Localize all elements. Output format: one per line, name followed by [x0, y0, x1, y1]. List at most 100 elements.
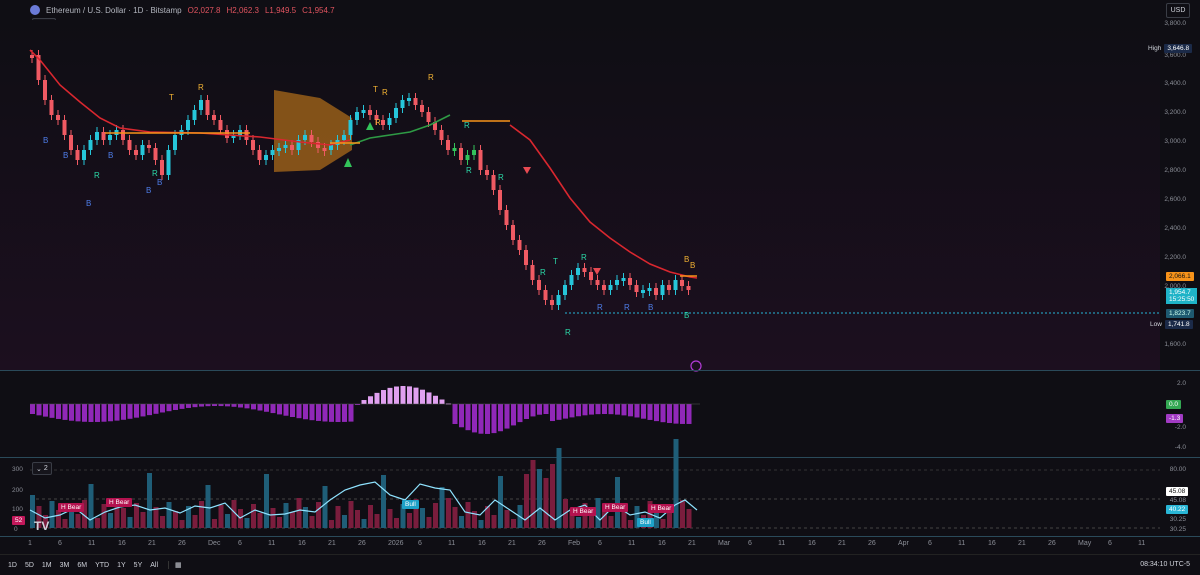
- time-label: May: [1078, 540, 1092, 547]
- signal-label: R: [565, 328, 571, 337]
- time-label: 11: [268, 540, 276, 547]
- volume-bar: [511, 519, 516, 528]
- volume-bar: [270, 508, 276, 528]
- volume-bar: [251, 504, 256, 528]
- candle-body: [121, 130, 125, 140]
- volume-left-tag: 52: [12, 516, 26, 525]
- h-bear-badge: H Bear: [58, 503, 85, 512]
- macd-bar: [231, 404, 237, 407]
- volume-bar: [75, 514, 81, 528]
- candle-body: [75, 150, 80, 160]
- volume-bar: [628, 520, 633, 528]
- candle-body: [140, 145, 145, 155]
- volume-indicators-toggle[interactable]: ⌄ 2: [32, 462, 52, 475]
- price-label: 2,600.0: [1164, 196, 1186, 203]
- candle-body: [452, 148, 457, 151]
- time-label: 6: [1108, 540, 1112, 547]
- macd-bar: [673, 404, 679, 424]
- timeframe-5d[interactable]: 5D: [25, 562, 34, 569]
- macd-bar: [140, 404, 146, 417]
- macd-bar: [179, 404, 185, 409]
- volume-right-label: 45.08: [1169, 497, 1186, 504]
- macd-bar: [524, 404, 529, 419]
- macd-bar: [290, 404, 295, 417]
- candle-body: [459, 148, 463, 160]
- candle-body: [108, 135, 112, 140]
- candle-body: [569, 275, 574, 285]
- candle-body: [387, 118, 392, 125]
- price-label: 3,800.0: [1164, 20, 1186, 27]
- macd-bar: [478, 404, 484, 434]
- price-label: 3,600.0: [1164, 52, 1186, 59]
- volume-bar: [660, 519, 666, 528]
- macd-bar: [160, 404, 165, 413]
- candle-body: [62, 120, 67, 135]
- macd-axis-label: -4.0: [1174, 444, 1186, 451]
- macd-bar: [530, 404, 536, 417]
- main-pane-bg: [0, 20, 1160, 370]
- candle-body: [199, 100, 203, 110]
- price-label: 2,200.0: [1164, 254, 1186, 261]
- volume-bar: [88, 484, 94, 528]
- time-label: 16: [298, 540, 306, 547]
- macd-bar: [270, 404, 276, 414]
- timeframe-5y[interactable]: 5Y: [134, 562, 143, 569]
- candle-body: [303, 135, 307, 140]
- macd-bar: [95, 404, 100, 422]
- low-label: Low: [1150, 321, 1162, 328]
- timeframe-1d[interactable]: 1D: [8, 562, 17, 569]
- candle-body: [134, 150, 138, 155]
- candle-body: [394, 108, 398, 118]
- time-label: 16: [988, 540, 996, 547]
- macd-bar: [621, 404, 627, 416]
- macd-bar: [212, 404, 217, 407]
- candle-body: [576, 268, 580, 275]
- chart-canvas[interactable]: BBBBBBR RTR TRRRRRRT RRRR R BBBB TV: [0, 0, 1200, 574]
- macd-axis-label: -2.0: [1174, 424, 1186, 431]
- macd-bar: [147, 404, 152, 416]
- volume-bar: [127, 517, 133, 528]
- volume-bar: [160, 516, 165, 528]
- calendar-icon[interactable]: ▦: [168, 561, 182, 569]
- candle-body: [478, 150, 483, 170]
- current-price: 1,954.7: [1169, 289, 1191, 296]
- signal-label: B: [684, 311, 689, 320]
- volume-bar: [491, 515, 497, 528]
- timeframe-ytd[interactable]: YTD: [95, 562, 109, 569]
- candle-body: [647, 288, 652, 291]
- candle-body: [530, 265, 535, 280]
- time-label: 26: [868, 540, 876, 547]
- candle-body: [621, 278, 626, 281]
- macd-bar: [283, 404, 289, 416]
- macd-bar: [491, 404, 497, 434]
- macd-bar: [56, 404, 61, 419]
- candle-body: [498, 190, 502, 210]
- time-label: 16: [808, 540, 816, 547]
- volume-bar: [530, 460, 536, 528]
- volume-left-label: 0: [14, 526, 18, 533]
- macd-bar: [238, 404, 243, 408]
- volume-bar: [277, 517, 282, 528]
- volume-left-label: 200: [12, 487, 23, 494]
- time-label: 1: [28, 540, 32, 547]
- signal-label: T: [169, 93, 174, 102]
- time-label: 6: [58, 540, 62, 547]
- macd-bar: [654, 404, 659, 422]
- candle-body: [504, 210, 509, 225]
- macd-bar: [602, 404, 607, 415]
- volume-bar: [218, 505, 224, 528]
- volume-bar: [296, 498, 302, 528]
- volume-indicator-count: 2: [43, 465, 48, 472]
- timeframe-3m[interactable]: 3M: [60, 562, 70, 569]
- timeframe-1m[interactable]: 1M: [42, 562, 52, 569]
- timeframe-all[interactable]: All: [150, 562, 158, 569]
- volume-bar: [335, 506, 341, 528]
- bottom-toolbar: 1D 5D 1M 3M 6M YTD 1Y 5Y All ▦ 08:34:10 …: [0, 554, 1200, 575]
- timeframe-1y[interactable]: 1Y: [117, 562, 126, 569]
- time-label: 16: [478, 540, 486, 547]
- timeframe-6m[interactable]: 6M: [77, 562, 87, 569]
- candle-body: [641, 290, 645, 293]
- macd-bar: [342, 404, 347, 422]
- volume-bar: [621, 511, 627, 528]
- candle-body: [667, 285, 671, 290]
